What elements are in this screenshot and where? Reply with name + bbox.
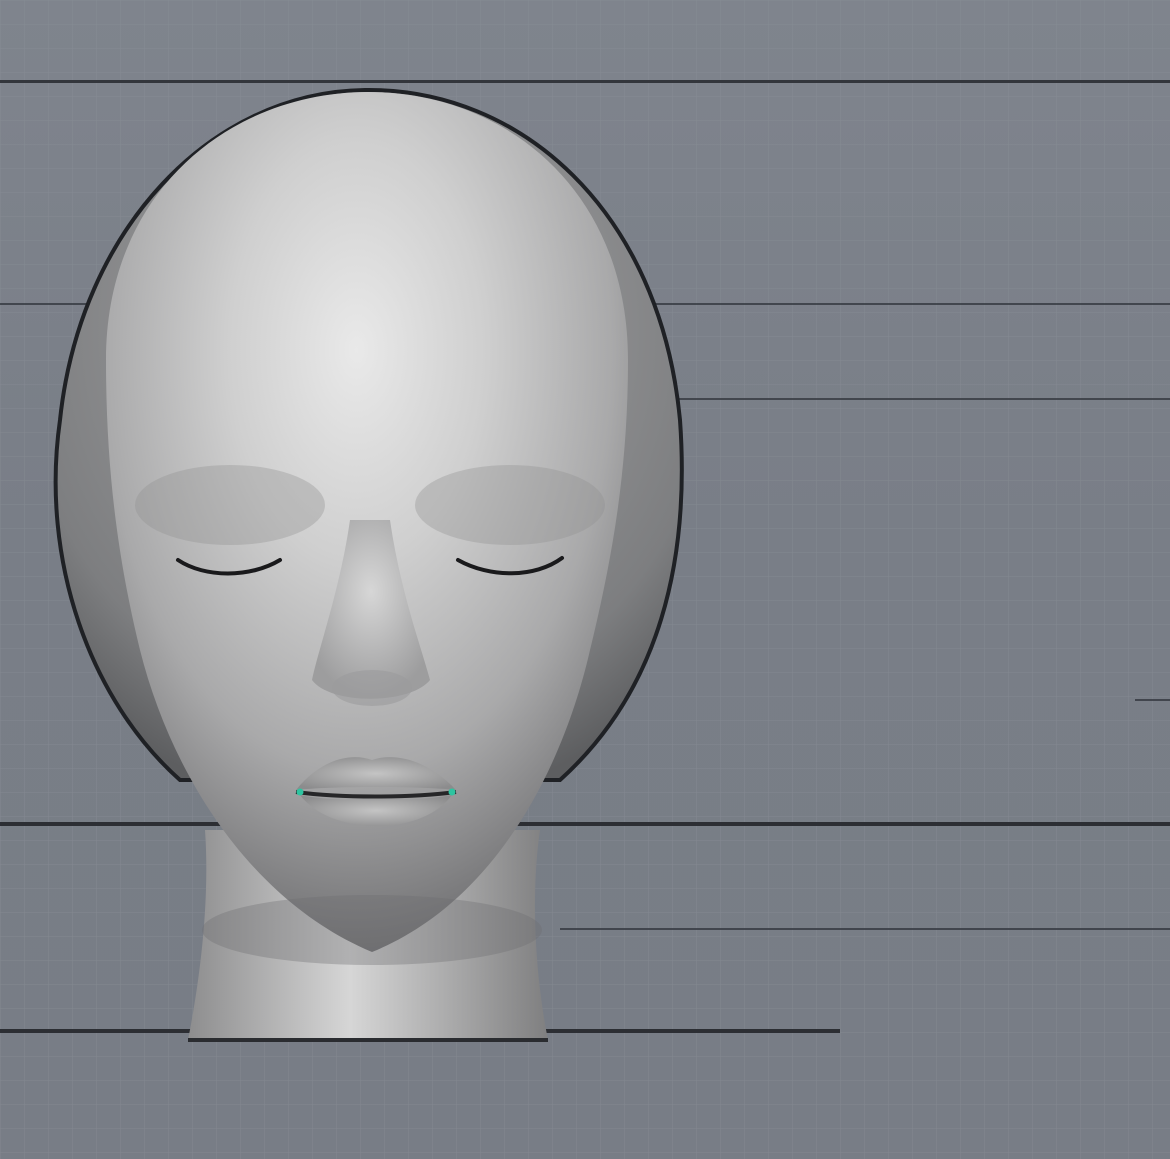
head-model[interactable] bbox=[0, 0, 1170, 1159]
3d-viewport[interactable] bbox=[0, 0, 1170, 1159]
lip-corner-marker bbox=[448, 788, 456, 796]
lip-corner-marker bbox=[296, 788, 304, 796]
